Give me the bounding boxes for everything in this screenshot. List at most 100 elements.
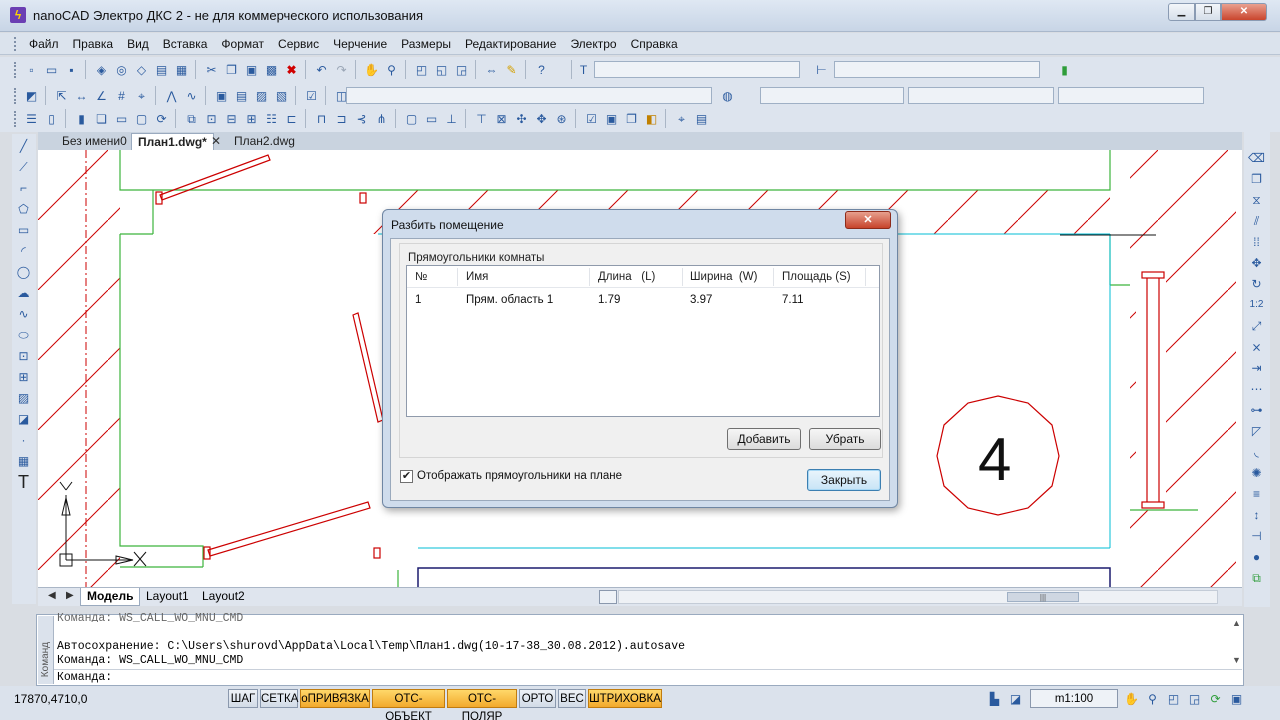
color-icon[interactable]: ◍ [718,86,737,105]
export-icon[interactable]: ▦ [172,60,191,79]
length-icon[interactable]: ↕ [1247,505,1266,524]
paper-space-icon[interactable]: ◪ [1006,689,1025,708]
menu-edit[interactable]: Правка [66,37,121,51]
copy-object-icon[interactable]: ❐ [1247,169,1266,188]
print-preview-icon[interactable]: ◎ [112,60,131,79]
close-tab-icon[interactable]: ✕ [211,134,221,148]
scroll-down-icon[interactable]: ▼ [1232,655,1241,665]
table-icon[interactable]: ▦ [14,451,33,470]
sheet-icon[interactable]: ▭ [112,109,131,128]
text-style-icon[interactable]: T [574,60,593,79]
menu-electro[interactable]: Электро [563,37,623,51]
dialog-close-button[interactable]: ✕ [845,211,891,229]
insert-icon[interactable]: ⊞ [14,367,33,386]
zoom-extents-icon[interactable]: ◲ [1185,689,1204,708]
new-file-icon[interactable]: ▫ [22,60,41,79]
menu-insert[interactable]: Вставка [156,37,215,51]
pages-icon[interactable]: ❏ [92,109,111,128]
maximize-button[interactable]: ❐ [1195,3,1221,21]
close-window-button[interactable]: ✕ [1221,3,1267,21]
stretch-icon[interactable]: ⤢ [1247,316,1266,335]
prev-layout-icon[interactable]: ◀ [48,590,56,601]
tab-model[interactable]: Модель [80,588,141,606]
hatch-toggle[interactable]: ШТРИХОВКА [588,689,662,708]
close-dialog-button[interactable]: Закрыть [807,469,881,491]
list-icon[interactable]: ☰ [22,109,41,128]
cell-name[interactable]: Прям. область 1 [466,294,553,306]
erase-icon[interactable]: ⌫ [1247,148,1266,167]
cable-icon[interactable]: ⊰ [352,109,371,128]
text-style-combo[interactable] [594,61,800,78]
layout-icon[interactable]: ⊟ [222,109,241,128]
connector-icon[interactable]: ⊐ [332,109,351,128]
toolbar-grip[interactable] [14,88,17,104]
book-icon[interactable]: ▮ [72,109,91,128]
next-layout-icon[interactable]: ▶ [66,590,74,601]
lineweight-toggle[interactable]: ВЕС [558,689,586,708]
lamp-icon[interactable]: ⊥ [442,109,461,128]
bus-icon[interactable]: ☷ [262,109,281,128]
outline-icon[interactable]: ▢ [402,109,421,128]
rectangle-icon[interactable]: ▭ [14,220,33,239]
menu-view[interactable]: Вид [120,37,156,51]
group-icon[interactable]: ⧉ [1247,568,1266,587]
align-icon[interactable]: ≡ [1247,484,1266,503]
pan-icon[interactable]: ✋ [362,60,381,79]
arc-icon[interactable]: ◜ [14,241,33,260]
dim-style-icon[interactable]: ⊢ [812,60,831,79]
delete-icon[interactable]: ✖ [282,60,301,79]
menu-grip[interactable] [14,37,18,51]
block-insert-icon[interactable]: ▣ [212,86,231,105]
cell-area[interactable]: 7.11 [782,294,804,306]
show-rectangles-label[interactable]: Отображать прямоугольники на плане [417,470,622,482]
fillet-icon[interactable]: ◟ [1247,442,1266,461]
toolbar-grip[interactable] [14,62,17,78]
save-icon[interactable]: ▪ [62,60,81,79]
pan-icon[interactable]: ✋ [1122,689,1141,708]
tray-icon[interactable]: ⊏ [282,109,301,128]
join-icon[interactable]: ⊶ [1247,400,1266,419]
text-icon[interactable]: T [14,472,33,491]
toolbar-grip[interactable] [14,111,17,127]
help-icon[interactable]: ? [532,60,551,79]
show-rectangles-checkbox[interactable]: ✔ [400,470,413,483]
move-icon[interactable]: ✥ [1247,253,1266,272]
zoom-icon[interactable]: ⚲ [1143,689,1162,708]
horizontal-scrollbar[interactable]: ||| [618,590,1218,604]
column-header-width[interactable]: Ширина (W) [690,271,757,283]
menu-format[interactable]: Формат [214,37,271,51]
ellipse-icon[interactable]: ⬭ [14,325,33,344]
fullscreen-icon[interactable]: ▣ [1227,689,1246,708]
scroll-thumb[interactable]: ||| [1007,592,1079,602]
cell-length[interactable]: 1.79 [598,294,620,306]
chamfer-icon[interactable]: ◸ [1247,421,1266,440]
room-icon[interactable]: ⊡ [202,109,221,128]
cell-number[interactable]: 1 [415,294,421,306]
copy-room-icon[interactable]: ⧉ [182,109,201,128]
explode-icon[interactable]: ✺ [1247,463,1266,482]
grid-icon[interactable]: # [112,86,131,105]
polyline-icon[interactable]: ⌐ [14,178,33,197]
zoom-extents-icon[interactable]: ◲ [452,60,471,79]
plot-icon[interactable]: ◇ [132,60,151,79]
zoom-realtime-icon[interactable]: ⚲ [382,60,401,79]
remove-button[interactable]: Убрать [809,428,881,450]
menu-draw[interactable]: Черчение [326,37,394,51]
tab-layout1[interactable]: Layout1 [140,588,195,606]
angle-icon[interactable]: ∠ [92,86,111,105]
open-folder-icon[interactable]: ▭ [42,60,61,79]
rectangles-list[interactable]: № Имя Длина (L) Ширина (W) Площадь (S) 1… [406,265,880,417]
menu-dimensions[interactable]: Размеры [394,37,458,51]
gradient-icon[interactable]: ◪ [14,409,33,428]
dim-icon[interactable]: ⊣ [1247,526,1266,545]
cabinet-icon[interactable]: ⊞ [242,109,261,128]
document-icon[interactable]: ▯ [42,109,61,128]
properties-icon[interactable]: ☑ [302,86,321,105]
hatch-icon[interactable]: ▨ [14,388,33,407]
legend-icon[interactable]: ▤ [692,109,711,128]
zoom-window-icon[interactable]: ◰ [1164,689,1183,708]
distance-icon[interactable]: ⇔ [482,60,501,79]
print-icon[interactable]: ▤ [152,60,171,79]
add-button[interactable]: Добавить [727,428,801,450]
osnap-toggle[interactable]: оПРИВЯЗКА [300,689,370,708]
